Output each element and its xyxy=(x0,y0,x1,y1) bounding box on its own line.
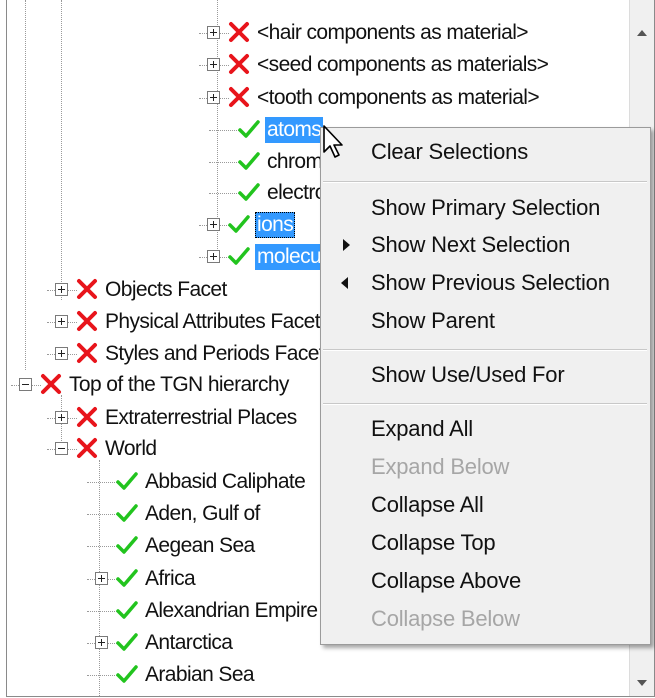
context-menu: Clear Selections Show Primary Selection Sh… xyxy=(320,127,651,645)
mouse-pointer-icon xyxy=(323,125,343,158)
check-mark-icon xyxy=(115,469,139,493)
x-mark-icon xyxy=(227,52,251,76)
x-mark-icon xyxy=(227,85,251,109)
menu-item-collapse-all[interactable]: Collapse All xyxy=(321,488,650,522)
tree-node-label[interactable]: Styles and Periods Facet xyxy=(103,341,326,367)
menu-item-label: Expand Below xyxy=(371,454,510,479)
check-mark-icon xyxy=(115,662,139,686)
x-mark-icon xyxy=(75,277,99,301)
menu-item-expand-below[interactable]: Expand Below xyxy=(321,450,650,484)
x-mark-icon xyxy=(75,309,99,333)
expand-node-icon[interactable] xyxy=(207,58,220,71)
check-mark-icon xyxy=(115,598,139,622)
menu-item-label: Collapse Top xyxy=(371,530,496,555)
triangle-left-icon xyxy=(341,277,348,289)
expand-node-icon[interactable] xyxy=(55,315,68,328)
check-mark-icon xyxy=(115,566,139,590)
x-mark-icon xyxy=(75,341,99,365)
menu-item-expand-all[interactable]: Expand All xyxy=(321,412,650,446)
check-mark-icon xyxy=(237,117,261,141)
expand-node-icon[interactable] xyxy=(55,283,68,296)
menu-item-label: Collapse Below xyxy=(371,606,520,631)
tree-node-label[interactable]: Abbasid Caliphate xyxy=(143,469,307,495)
menu-item-collapse-top[interactable]: Collapse Top xyxy=(321,526,650,560)
tree-node-label[interactable]: Physical Attributes Facet xyxy=(103,309,322,335)
menu-item-label: Collapse Above xyxy=(371,568,522,593)
check-mark-icon xyxy=(115,630,139,654)
tree-node-label[interactable]: Arabian Sea xyxy=(143,662,256,688)
triangle-right-icon xyxy=(343,239,350,251)
menu-item-label: Show Use/Used For xyxy=(371,362,565,387)
tree-node-label[interactable]: Africa xyxy=(143,566,197,592)
tree-node-label[interactable]: Arafura Sea xyxy=(143,694,252,696)
menu-item-label: Show Parent xyxy=(371,308,495,333)
tree-node-label[interactable]: Objects Facet xyxy=(103,277,229,303)
tree-node-label[interactable]: Alexandrian Empire xyxy=(143,598,319,624)
menu-item-clear-selections[interactable]: Clear Selections xyxy=(321,135,650,169)
check-mark-icon xyxy=(237,180,261,204)
tree-node-label[interactable]: <hair components as material> xyxy=(255,20,530,46)
tree-node-label[interactable]: Top of the TGN hierarchy xyxy=(67,372,291,398)
menu-item-show-use-used-for[interactable]: Show Use/Used For xyxy=(321,358,650,392)
tree-node-label[interactable]: Antarctica xyxy=(143,630,234,656)
tree-node-label[interactable]: ions xyxy=(255,212,296,238)
collapse-node-icon[interactable] xyxy=(19,378,32,391)
menu-separator xyxy=(323,349,647,351)
check-mark-icon xyxy=(115,501,139,525)
tree-node-label[interactable]: Extraterrestrial Places xyxy=(103,405,299,431)
menu-item-collapse-below[interactable]: Collapse Below xyxy=(321,602,650,636)
menu-separator xyxy=(323,181,647,183)
menu-item-label: Show Previous Selection xyxy=(371,270,610,295)
menu-item-label: Show Primary Selection xyxy=(371,195,601,220)
check-mark-icon xyxy=(227,244,251,268)
expand-node-icon[interactable] xyxy=(207,26,220,39)
expand-node-icon[interactable] xyxy=(207,91,220,104)
expand-node-icon[interactable] xyxy=(207,218,220,231)
scroll-down-arrow-icon[interactable] xyxy=(637,680,647,686)
expand-node-icon[interactable] xyxy=(55,411,68,424)
expand-node-icon[interactable] xyxy=(95,572,108,585)
tree-node-label[interactable]: World xyxy=(103,436,158,462)
x-mark-icon xyxy=(75,436,99,460)
collapse-node-icon[interactable] xyxy=(55,442,68,455)
x-mark-icon xyxy=(75,405,99,429)
x-mark-icon xyxy=(39,372,63,396)
tree-node-label[interactable]: <tooth components as material> xyxy=(255,85,541,111)
check-mark-icon xyxy=(237,149,261,173)
tree-node-label[interactable]: <seed components as materials> xyxy=(255,52,550,78)
menu-item-show-primary-selection[interactable]: Show Primary Selection xyxy=(321,191,650,225)
check-mark-icon xyxy=(115,533,139,557)
menu-separator xyxy=(323,403,647,405)
expand-node-icon[interactable] xyxy=(95,636,108,649)
expand-node-icon[interactable] xyxy=(55,347,68,360)
menu-item-collapse-above[interactable]: Collapse Above xyxy=(321,564,650,598)
check-mark-icon xyxy=(115,694,139,696)
menu-item-label: Clear Selections xyxy=(371,139,528,164)
check-mark-icon xyxy=(227,212,251,236)
menu-item-show-previous-selection[interactable]: Show Previous Selection xyxy=(321,266,650,300)
scroll-up-arrow-icon[interactable] xyxy=(637,30,647,36)
menu-item-show-parent[interactable]: Show Parent xyxy=(321,304,650,338)
menu-item-label: Show Next Selection xyxy=(371,232,571,257)
tree-node-label[interactable]: Aden, Gulf of xyxy=(143,501,262,527)
expand-node-icon[interactable] xyxy=(207,250,220,263)
x-mark-icon xyxy=(227,20,251,44)
menu-item-show-next-selection[interactable]: Show Next Selection xyxy=(321,228,650,262)
tree-node-label[interactable]: Aegean Sea xyxy=(143,533,257,559)
menu-item-label: Collapse All xyxy=(371,492,484,517)
tree-node-label[interactable]: atoms xyxy=(265,117,324,143)
menu-item-label: Expand All xyxy=(371,416,473,441)
